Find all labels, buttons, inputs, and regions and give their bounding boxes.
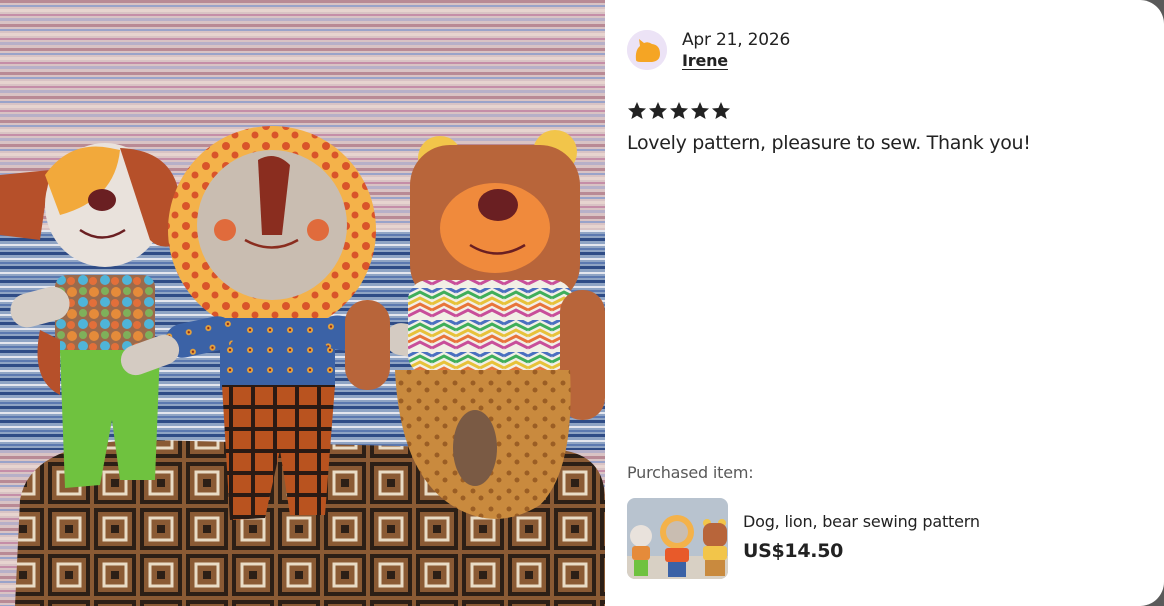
star-icon bbox=[712, 102, 730, 119]
reviewer-avatar[interactable] bbox=[627, 30, 667, 70]
reviewer-name-link[interactable]: Irene bbox=[682, 51, 728, 70]
review-panel: Apr 21, 2026 Irene Lovely pattern, pleas… bbox=[605, 0, 1164, 606]
review-text: Lovely pattern, pleasure to sew. Thank y… bbox=[627, 132, 1031, 154]
review-photo-image bbox=[0, 0, 605, 606]
review-modal: Apr 21, 2026 Irene Lovely pattern, pleas… bbox=[0, 0, 1164, 606]
star-icon bbox=[670, 102, 688, 119]
star-icon bbox=[649, 102, 667, 119]
star-icon bbox=[628, 102, 646, 119]
star-icon bbox=[691, 102, 709, 119]
star-rating bbox=[627, 101, 731, 121]
purchased-item-price: US$14.50 bbox=[743, 540, 844, 562]
purchased-item-title[interactable]: Dog, lion, bear sewing pattern bbox=[743, 512, 980, 531]
review-date: Apr 21, 2026 bbox=[682, 30, 791, 50]
cat-avatar-icon bbox=[627, 30, 667, 70]
purchased-item-link[interactable]: Dog, lion, bear sewing pattern US$14.50 bbox=[627, 498, 1147, 580]
purchased-item-label: Purchased item: bbox=[627, 463, 754, 482]
review-photo[interactable] bbox=[0, 0, 605, 606]
purchased-item-thumbnail[interactable] bbox=[627, 498, 728, 579]
